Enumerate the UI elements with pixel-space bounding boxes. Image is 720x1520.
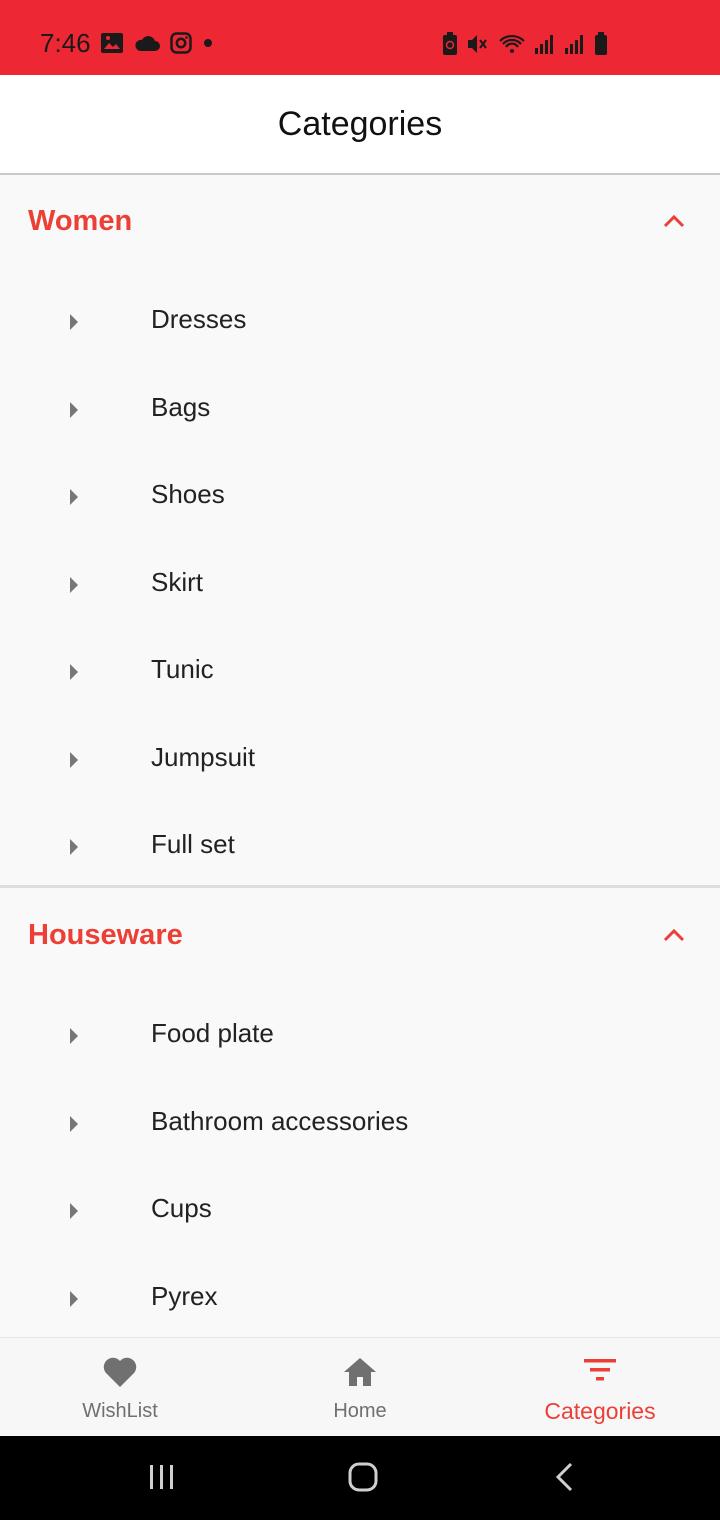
nav-label: Home — [333, 1400, 387, 1422]
page-title: Categories — [277, 104, 443, 143]
nav-wishlist[interactable]: WishList — [0, 1338, 240, 1437]
caret-right-icon — [70, 314, 78, 330]
caret-right-icon — [70, 839, 78, 855]
system-nav-bar — [0, 1436, 720, 1520]
caret-right-icon — [70, 1028, 78, 1044]
gallery-icon — [101, 33, 123, 53]
caret-right-icon — [70, 1291, 78, 1307]
category-item[interactable]: Skirt — [0, 541, 720, 627]
back-icon[interactable] — [553, 1461, 577, 1493]
heart-icon — [103, 1357, 137, 1387]
category-item[interactable]: Dresses — [0, 278, 720, 364]
battery-icon — [595, 32, 607, 55]
caret-right-icon — [70, 402, 78, 418]
category-item[interactable]: Jumpsuit — [0, 716, 720, 802]
caret-right-icon — [70, 577, 78, 593]
category-item[interactable]: Pyrex — [0, 1255, 720, 1341]
category-item-label: Bags — [151, 392, 211, 422]
wifi-icon — [499, 34, 525, 53]
category-item-label: Jumpsuit — [151, 742, 256, 772]
status-bar: 7:46 — [0, 0, 720, 75]
caret-right-icon — [70, 489, 78, 505]
category-item-label: Dresses — [151, 304, 247, 334]
section-title: Women — [28, 205, 133, 237]
battery-saver-icon — [443, 32, 457, 55]
chevron-up-icon[interactable] — [662, 927, 686, 943]
category-item-label: Pyrex — [151, 1281, 218, 1311]
category-item[interactable]: Shoes — [0, 453, 720, 539]
signal-icon — [565, 35, 583, 54]
status-time: 7:46 — [40, 28, 91, 58]
caret-right-icon — [70, 752, 78, 768]
category-item-label: Full set — [151, 829, 235, 859]
status-right-icons — [442, 32, 608, 56]
category-item-label: Tunic — [151, 654, 214, 684]
mute-icon — [468, 35, 487, 53]
dot-icon — [204, 39, 212, 47]
caret-right-icon — [70, 1203, 78, 1219]
caret-right-icon — [70, 664, 78, 680]
category-item-label: Shoes — [151, 479, 225, 509]
cloud-icon — [135, 36, 160, 51]
home-icon — [344, 1358, 376, 1386]
category-item-label: Bathroom accessories — [151, 1106, 409, 1136]
chevron-up-icon[interactable] — [662, 213, 686, 229]
caret-right-icon — [70, 1116, 78, 1132]
category-item-label: Food plate — [151, 1018, 274, 1048]
nav-categories[interactable]: Categories — [480, 1338, 720, 1437]
status-left-icons — [100, 32, 214, 54]
bottom-navigation: WishList Home Categories — [0, 1337, 720, 1437]
nav-home[interactable]: Home — [240, 1338, 480, 1437]
category-item[interactable]: Cups — [0, 1167, 720, 1253]
recent-apps-icon[interactable] — [147, 1463, 177, 1491]
category-item-label: Skirt — [151, 567, 203, 597]
category-item-label: Cups — [151, 1193, 212, 1223]
category-item[interactable]: Bags — [0, 366, 720, 452]
section-divider — [0, 885, 720, 888]
nav-label: Categories — [544, 1398, 656, 1424]
filter-icon — [584, 1359, 616, 1381]
category-item[interactable]: Tunic — [0, 628, 720, 714]
app-bar: Categories — [0, 75, 720, 175]
section-title: Houseware — [28, 919, 183, 951]
nav-label: WishList — [82, 1400, 158, 1422]
section-header-women[interactable]: Women — [0, 175, 720, 273]
home-button-icon[interactable] — [347, 1461, 379, 1493]
instagram-icon — [170, 32, 192, 54]
signal-icon — [535, 35, 553, 54]
section-header-houseware[interactable]: Houseware — [0, 889, 720, 987]
category-item[interactable]: Full set — [0, 803, 720, 889]
category-item[interactable]: Bathroom accessories — [0, 1080, 720, 1166]
category-item[interactable]: Food plate — [0, 992, 720, 1078]
